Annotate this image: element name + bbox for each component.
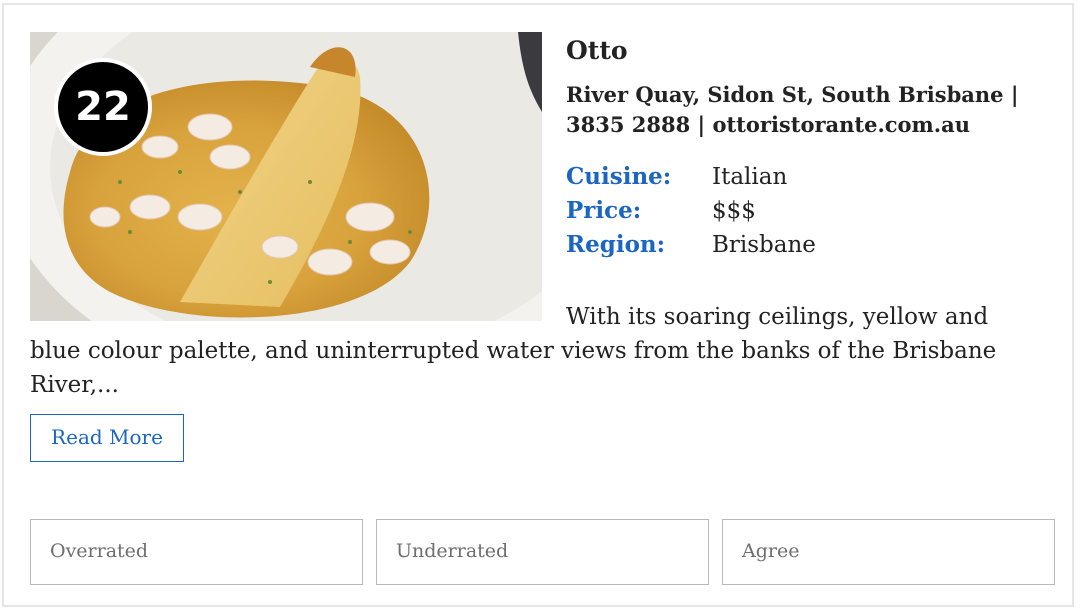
agree-button[interactable]: Agree	[722, 519, 1055, 585]
price-value: $$$	[712, 198, 756, 224]
dish-photo: 22	[30, 32, 542, 321]
vote-buttons: Overrated Underrated Agree	[30, 519, 1056, 585]
region-label: Region:	[566, 231, 666, 258]
rank-badge: 22	[54, 58, 152, 156]
cuisine-value: Italian	[712, 164, 788, 190]
cuisine-label: Cuisine:	[566, 163, 672, 190]
restaurant-card: 22 Otto River Quay, Sidon St, South Bris…	[2, 3, 1074, 607]
region-value: Brisbane	[712, 232, 816, 258]
read-more-button[interactable]: Read More	[30, 414, 184, 462]
restaurant-content: 22 Otto River Quay, Sidon St, South Bris…	[30, 32, 1040, 462]
price-label: Price:	[566, 197, 642, 224]
overrated-button[interactable]: Overrated	[30, 519, 363, 585]
underrated-button[interactable]: Underrated	[376, 519, 709, 585]
